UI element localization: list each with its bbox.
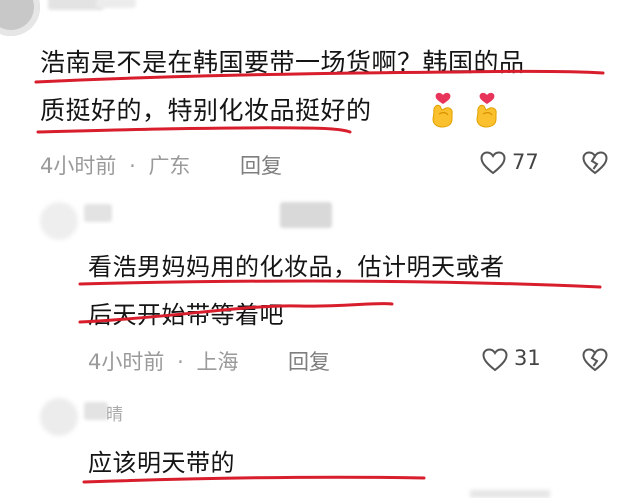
comment-text-line: 后天开始带等着吧 [88,301,284,329]
reply-button[interactable]: 回复 [288,346,330,376]
finger-heart-emoji [432,92,453,128]
avatar[interactable] [40,202,78,240]
username-blurred-extra [96,0,136,8]
broken-heart-icon[interactable] [582,348,608,372]
username[interactable]: 晴 [106,400,123,425]
comment-location: 广东 [148,154,191,178]
comment-text-line: 应该明天带的 [88,449,235,477]
blurred-badge [280,202,332,228]
avatar[interactable] [40,398,78,436]
comment-location: 上海 [196,350,239,374]
meta-separator: · [177,350,184,374]
reply-button[interactable]: 回复 [240,150,282,180]
comment-meta: 4小时前 · 广东 [40,150,190,180]
red-underline [36,126,352,134]
like-count: 31 [514,346,541,370]
meta-separator: · [129,154,136,178]
comment-time: 4小时前 [88,350,165,374]
blurred-fragment [470,490,550,498]
comment-time: 4小时前 [40,154,117,178]
heart-outline-icon[interactable] [482,348,508,372]
broken-heart-icon[interactable] [582,151,608,175]
comment-text-line: 浩南是不是在韩国要带一场货啊？韩国的品 [40,48,525,77]
comment-meta: 4小时前 · 上海 [88,346,238,376]
avatar[interactable] [0,0,40,36]
comment-text-line: 看浩男妈妈用的化妆品，估计明天或者 [88,253,505,281]
comment-text-line: 质挺好的，特别化妆品挺好的 [40,96,372,125]
heart-outline-icon[interactable] [480,151,506,175]
finger-heart-emoji [476,92,497,128]
username-blurred [84,402,108,420]
like-count: 77 [512,150,539,174]
username-blurred[interactable] [84,204,112,222]
